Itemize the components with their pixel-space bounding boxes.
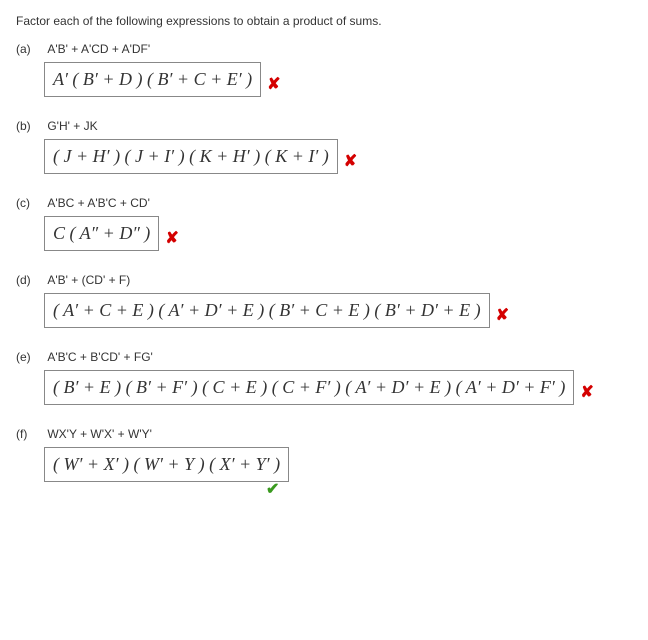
wrong-icon: ✘ bbox=[165, 231, 178, 247]
part-b-label: (b) bbox=[16, 119, 44, 133]
part-f-answer-input[interactable]: ( W′ + X′ ) ( W′ + Y ) ( X′ + Y′ ) bbox=[44, 447, 289, 482]
part-c: (c) A'BC + A'B'C + CD' C ( A″ + D″ ) ✘ bbox=[16, 196, 632, 251]
part-a-expression: A'B' + A'CD + A'DF' bbox=[47, 42, 150, 56]
correct-icon: ✔ bbox=[266, 481, 279, 498]
part-e: (e) A'B'C + B'CD' + FG' ( B′ + E ) ( B′ … bbox=[16, 350, 632, 405]
wrong-icon: ✘ bbox=[344, 154, 357, 170]
part-c-expression: A'BC + A'B'C + CD' bbox=[47, 196, 150, 210]
part-a-label: (a) bbox=[16, 42, 44, 56]
part-e-label: (e) bbox=[16, 350, 44, 364]
part-d: (d) A'B' + (CD' + F) ( A′ + C + E ) ( A′… bbox=[16, 273, 632, 328]
part-b: (b) G'H' + JK ( J + H′ ) ( J + I′ ) ( K … bbox=[16, 119, 632, 174]
part-d-expression: A'B' + (CD' + F) bbox=[47, 273, 130, 287]
part-e-expression: A'B'C + B'CD' + FG' bbox=[47, 350, 152, 364]
wrong-icon: ✘ bbox=[580, 385, 593, 401]
part-d-label: (d) bbox=[16, 273, 44, 287]
part-d-answer-input[interactable]: ( A′ + C + E ) ( A′ + D′ + E ) ( B′ + C … bbox=[44, 293, 490, 328]
part-c-answer-input[interactable]: C ( A″ + D″ ) bbox=[44, 216, 159, 251]
part-f: (f) WX'Y + W'X' + W'Y' ( W′ + X′ ) ( W′ … bbox=[16, 427, 632, 498]
wrong-icon: ✘ bbox=[267, 77, 280, 93]
part-b-answer-input[interactable]: ( J + H′ ) ( J + I′ ) ( K + H′ ) ( K + I… bbox=[44, 139, 338, 174]
part-b-expression: G'H' + JK bbox=[47, 119, 97, 133]
part-f-expression: WX'Y + W'X' + W'Y' bbox=[47, 427, 152, 441]
part-a: (a) A'B' + A'CD + A'DF' A′ ( B′ + D ) ( … bbox=[16, 42, 632, 97]
part-e-answer-input[interactable]: ( B′ + E ) ( B′ + F′ ) ( C + E ) ( C + F… bbox=[44, 370, 574, 405]
part-a-answer-input[interactable]: A′ ( B′ + D ) ( B′ + C + E′ ) bbox=[44, 62, 261, 97]
wrong-icon: ✘ bbox=[496, 308, 509, 324]
part-c-label: (c) bbox=[16, 196, 44, 210]
question-prompt: Factor each of the following expressions… bbox=[16, 14, 632, 28]
part-f-label: (f) bbox=[16, 427, 44, 441]
